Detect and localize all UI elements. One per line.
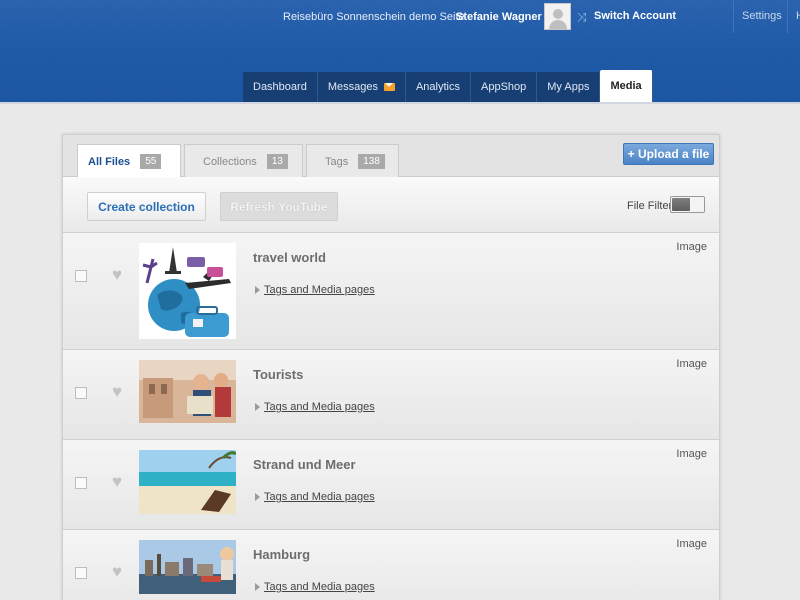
site-name[interactable]: Reisebüro Sonnenschein demo Seite [283,11,465,23]
list-item[interactable]: ♥ Tourists Tags and Media pages Image [63,350,719,440]
list-item[interactable]: ♥ travel world Tags and Media pages Imag… [63,233,719,350]
top-header: Reisebüro Sonnenschein demo Seite Stefan… [0,0,800,102]
beach-photo [139,450,236,514]
avatar[interactable] [544,3,571,30]
tags-toggle[interactable]: Tags and Media pages [255,401,375,413]
tourists-thumb[interactable] [139,360,236,423]
shuffle-icon[interactable]: ⤨ [577,10,587,25]
select-checkbox[interactable] [75,270,87,282]
item-title[interactable]: Tourists [253,367,303,382]
file-filter-label: File Filter [627,200,673,212]
hamburg-thumb[interactable] [139,540,236,594]
tags-toggle[interactable]: Tags and Media pages [255,284,375,296]
tags-toggle[interactable]: Tags and Media pages [255,491,375,503]
tags-link[interactable]: Tags and Media pages [264,284,375,296]
tab-messages[interactable]: Messages [317,72,406,102]
select-checkbox[interactable] [75,477,87,489]
envelope-icon [383,83,395,91]
count-badge: 138 [358,154,385,169]
triangle-right-icon [255,403,260,412]
tab-label: My Apps [547,81,590,93]
tab-label: Analytics [415,81,460,93]
tab-label: All Files [88,155,131,168]
tab-collections[interactable]: Collections 13 [184,144,303,178]
item-type: Image [676,538,707,550]
heart-icon[interactable]: ♥ [112,563,122,580]
tab-label: Collections [203,155,257,168]
tab-analytics[interactable]: Analytics [405,72,471,102]
item-type: Image [676,358,707,370]
tab-label: AppShop [481,81,527,93]
travel-world-thumb[interactable] [139,243,236,339]
hamburg-photo [139,540,236,594]
refresh-youtube-button[interactable]: Refresh YouTube [220,192,338,221]
tab-label: Tags [325,155,349,168]
user-name[interactable]: Stefanie Wagner [456,11,542,23]
media-panel: All Files 55 Collections 13 Tags 138 + U… [62,134,720,600]
avatar-head [553,9,563,19]
tab-label: Media [610,80,642,92]
media-list: ♥ travel world Tags and Media pages Imag… [63,233,719,600]
help-link[interactable]: H [796,10,800,22]
travel-world-illustration [142,247,231,337]
tab-label: Dashboard [253,81,307,93]
heart-icon[interactable]: ♥ [112,266,122,283]
count-badge: 55 [140,154,162,169]
tourists-photo [139,360,236,423]
media-toolbar: Create collection Refresh YouTube File F… [63,177,719,233]
tags-toggle[interactable]: Tags and Media pages [255,581,375,593]
tab-media[interactable]: Media [600,70,653,102]
media-tabstrip: All Files 55 Collections 13 Tags 138 + U… [63,135,719,178]
list-item[interactable]: ♥ Hamburg Tags and Media pages Image [63,530,719,600]
header-divider [787,0,788,33]
select-checkbox[interactable] [75,567,87,579]
header-underline [0,102,800,104]
heart-icon[interactable]: ♥ [112,473,122,490]
settings-link[interactable]: Settings [742,10,782,22]
heart-icon[interactable]: ♥ [112,383,122,400]
tab-my-apps[interactable]: My Apps [537,72,601,102]
switch-account-link[interactable]: Switch Account [594,10,676,22]
toggle-knob [672,198,690,211]
main-nav: Dashboard Messages Analytics AppShop My … [243,70,653,102]
item-title[interactable]: Strand und Meer [253,457,356,472]
tab-appshop[interactable]: AppShop [471,72,538,102]
create-collection-button[interactable]: Create collection [87,192,206,221]
avatar-body [549,20,567,29]
beach-thumb[interactable] [139,450,236,514]
tags-link[interactable]: Tags and Media pages [264,491,375,503]
list-item[interactable]: ♥ Strand und Meer Tags and Media pages I… [63,440,719,530]
upload-file-button[interactable]: + Upload a file [623,143,714,165]
item-type: Image [676,241,707,253]
file-filter-toggle[interactable] [670,196,705,213]
triangle-right-icon [255,286,260,295]
tags-link[interactable]: Tags and Media pages [264,581,375,593]
triangle-right-icon [255,493,260,502]
tab-all-files[interactable]: All Files 55 [77,144,181,178]
tab-label: Messages [327,81,378,93]
tab-dashboard[interactable]: Dashboard [243,72,318,102]
header-divider [733,0,734,33]
item-title[interactable]: travel world [253,250,326,265]
item-title[interactable]: Hamburg [253,547,310,562]
select-checkbox[interactable] [75,387,87,399]
tags-link[interactable]: Tags and Media pages [264,401,375,413]
triangle-right-icon [255,583,260,592]
count-badge: 13 [266,154,288,169]
item-type: Image [676,448,707,460]
tab-tags[interactable]: Tags 138 [306,144,399,178]
